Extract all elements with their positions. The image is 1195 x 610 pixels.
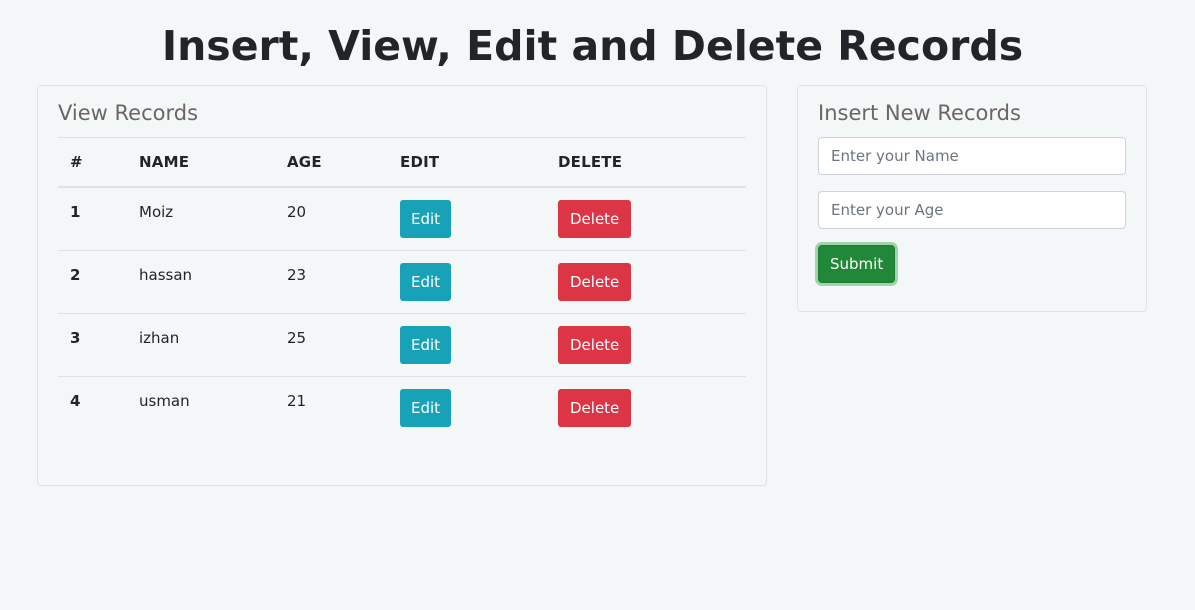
edit-button[interactable]: Edit: [400, 200, 452, 238]
row-name-cell: hassan: [127, 250, 275, 314]
delete-button[interactable]: Delete: [558, 263, 632, 301]
records-table: # NAME AGE EDIT DELETE 1 Moiz 20 Edit De…: [58, 137, 746, 439]
row-delete-cell: Delete: [546, 250, 746, 314]
insert-records-heading: Insert New Records: [818, 101, 1021, 125]
row-edit-cell: Edit: [388, 250, 546, 314]
row-index-cell: 1: [58, 187, 127, 251]
edit-button[interactable]: Edit: [400, 326, 452, 364]
table-row: 2 hassan 23 Edit Delete: [58, 250, 746, 314]
row-age-cell: 23: [275, 250, 388, 314]
row-age-cell: 20: [275, 187, 388, 251]
row-index-cell: 3: [58, 313, 127, 377]
row-edit-cell: Edit: [388, 187, 546, 251]
column-header-edit: EDIT: [388, 137, 546, 188]
view-records-panel: View Records # NAME AGE EDIT DELETE 1 Mo…: [37, 85, 767, 486]
row-index: 3: [70, 329, 81, 347]
row-index-cell: 2: [58, 250, 127, 314]
row-index: 1: [70, 203, 81, 221]
edit-button[interactable]: Edit: [400, 263, 452, 301]
row-delete-cell: Delete: [546, 313, 746, 377]
row-name: izhan: [139, 329, 180, 347]
row-index-cell: 4: [58, 377, 127, 440]
row-delete-cell: Delete: [546, 377, 746, 440]
submit-button[interactable]: Submit: [818, 245, 896, 283]
row-edit-cell: Edit: [388, 377, 546, 440]
row-index: 2: [70, 266, 81, 284]
column-header-age: AGE: [275, 137, 388, 188]
row-age: 23: [287, 266, 307, 284]
age-input[interactable]: [818, 191, 1126, 229]
row-age-cell: 21: [275, 377, 388, 440]
row-age: 20: [287, 203, 307, 221]
table-row: 4 usman 21 Edit Delete: [58, 377, 746, 440]
page-title: Insert, View, Edit and Delete Records: [161, 22, 1024, 70]
row-edit-cell: Edit: [388, 313, 546, 377]
column-header-name: NAME: [127, 137, 275, 188]
page: Insert, View, Edit and Delete Records Vi…: [0, 0, 1195, 610]
row-name: Moiz: [139, 203, 174, 221]
delete-button[interactable]: Delete: [558, 389, 632, 427]
row-index: 4: [70, 392, 81, 410]
row-delete-cell: Delete: [546, 187, 746, 251]
row-name: usman: [139, 392, 190, 410]
table-row: 1 Moiz 20 Edit Delete: [58, 187, 746, 251]
delete-button[interactable]: Delete: [558, 200, 632, 238]
row-name-cell: izhan: [127, 313, 275, 377]
row-age: 21: [287, 392, 307, 410]
delete-button[interactable]: Delete: [558, 326, 632, 364]
column-header-delete: DELETE: [546, 137, 746, 188]
name-input[interactable]: [818, 137, 1126, 175]
edit-button[interactable]: Edit: [400, 389, 452, 427]
column-header-index: #: [58, 137, 127, 188]
row-name-cell: Moiz: [127, 187, 275, 251]
table-header-row: # NAME AGE EDIT DELETE: [58, 137, 746, 188]
row-name-cell: usman: [127, 377, 275, 440]
row-name: hassan: [139, 266, 193, 284]
table-row: 3 izhan 25 Edit Delete: [58, 313, 746, 377]
view-records-heading: View Records: [58, 101, 199, 125]
insert-records-panel: Insert New Records Submit: [797, 85, 1147, 312]
row-age: 25: [287, 329, 307, 347]
row-age-cell: 25: [275, 313, 388, 377]
